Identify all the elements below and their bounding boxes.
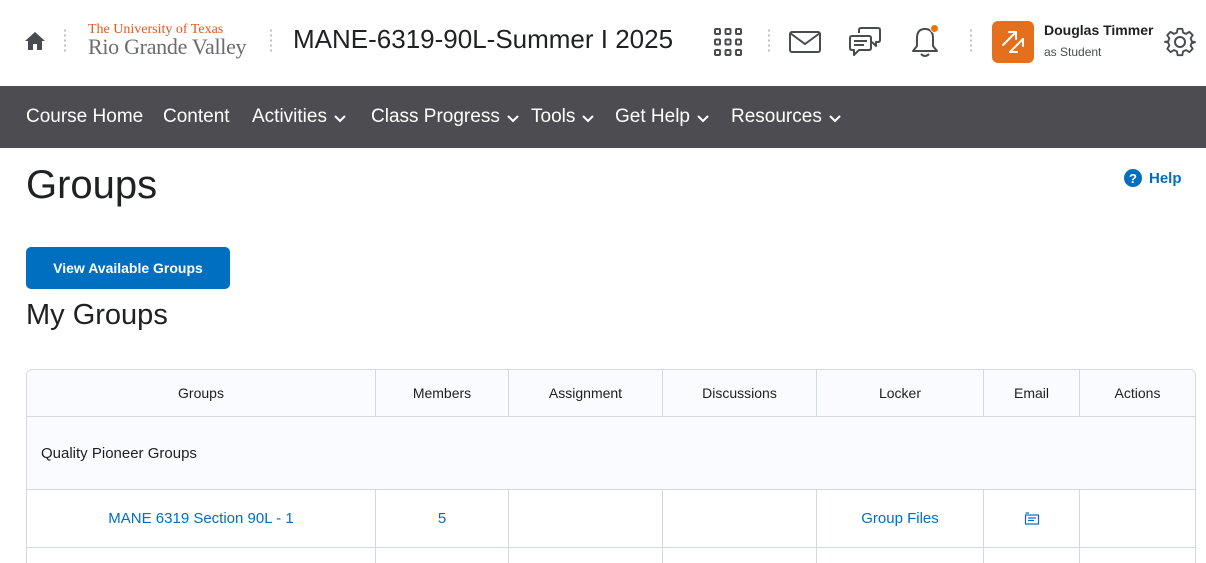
table-cell [509,548,663,563]
nav-label: Resources [731,106,822,127]
user-role: as Student [1044,45,1102,59]
university-logo[interactable]: The University of Texas Rio Grande Valle… [88,22,250,62]
nav-activities[interactable]: Activities [252,86,346,148]
help-icon: ? [1124,169,1142,187]
group-name-link[interactable]: MANE 6319 Section 90L - 1 [108,510,293,527]
course-navbar: Course Home Content Activities Class Pro… [0,86,1206,148]
group-files-link[interactable]: Group Files [861,510,939,527]
table-cell [376,548,509,563]
table-cell [984,548,1080,563]
column-header-discussions: Discussions [663,370,817,416]
chevron-down-icon [829,115,841,122]
header-divider [270,28,272,54]
logo-bottom-text: Rio Grande Valley [88,34,247,59]
group-category-label: Quality Pioneer Groups [41,444,197,462]
column-header-email: Email [984,370,1080,416]
view-available-groups-button[interactable]: View Available Groups [26,247,230,289]
members-cell: 5 [376,490,509,547]
groups-table: Groups Members Assignment Discussions Lo… [26,369,1196,563]
column-header-actions: Actions [1114,385,1161,401]
table-cell [663,548,817,563]
header-divider [768,28,770,54]
nav-get-help[interactable]: Get Help [615,86,709,148]
mail-icon[interactable] [785,22,825,62]
assignment-cell [509,490,663,547]
nav-label: Activities [252,106,327,127]
column-header-members: Members [376,370,509,416]
email-icon[interactable] [1024,511,1040,526]
group-name-cell: MANE 6319 Section 90L - 1 [27,490,376,547]
chevron-down-icon [334,115,346,122]
bell-icon[interactable] [905,22,945,62]
table-row: MANE 6319 Section 90L - 1 5 Group Files [27,490,1195,548]
table-row [27,548,1195,563]
chat-icon[interactable] [845,22,885,62]
actions-cell [1080,490,1195,547]
top-header: The University of Texas Rio Grande Valle… [0,0,1206,86]
column-header-groups: Groups [27,370,376,416]
nav-label: Tools [531,106,576,127]
nav-label: Course Home [26,106,144,127]
header-divider [970,28,972,54]
settings-gear-icon[interactable] [1162,24,1198,60]
page-title: Groups [26,163,158,207]
course-title[interactable]: MANE-6319-90L-Summer I 2025 [293,22,673,56]
table-cell [817,548,984,563]
group-category-row: Quality Pioneer Groups [27,417,1195,490]
table-cell [27,548,376,563]
column-header-assignment: Assignment [509,370,663,416]
notification-dot [930,24,939,33]
waffle-grid-icon[interactable] [708,22,748,62]
chevron-down-icon [507,115,519,122]
avatar[interactable] [992,21,1034,63]
nav-tools[interactable]: Tools [531,86,594,148]
header-divider [64,28,66,54]
nav-label: Content [163,106,230,127]
email-cell [984,490,1080,547]
help-link[interactable]: ? Help [1124,169,1182,187]
locker-cell: Group Files [817,490,984,547]
nav-label: Class Progress [371,106,500,127]
nav-content[interactable]: Content [163,86,230,148]
column-header-locker: Locker [817,370,984,416]
help-label: Help [1149,169,1182,187]
nav-resources[interactable]: Resources [731,86,841,148]
chevron-down-icon [697,115,709,122]
table-header-row: Groups Members Assignment Discussions Lo… [27,370,1195,417]
nav-class-progress[interactable]: Class Progress [371,86,519,148]
table-cell [1080,548,1195,563]
nav-label: Get Help [615,106,690,127]
chevron-down-icon [582,115,594,122]
members-count-link[interactable]: 5 [438,510,446,527]
section-title: My Groups [26,299,168,331]
home-icon[interactable] [24,31,46,51]
nav-course-home[interactable]: Course Home [26,86,143,148]
user-name[interactable]: Douglas Timmer [1044,22,1153,38]
discussions-cell [663,490,817,547]
